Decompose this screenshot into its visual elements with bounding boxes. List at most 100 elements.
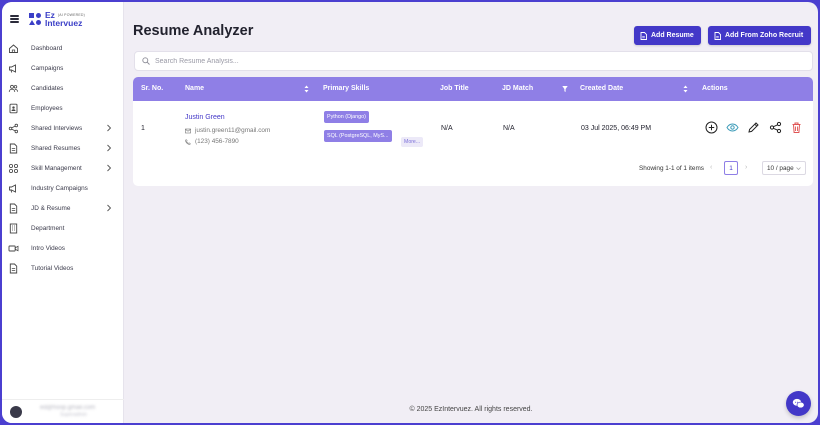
sidebar-item-campaigns[interactable]: Campaigns <box>2 58 123 78</box>
logo-text-intervuez: Intervuez <box>45 18 83 28</box>
share-icon <box>8 123 19 134</box>
sidebar-item-skill-management[interactable]: Skill Management <box>2 158 123 178</box>
sidebar-item-label: Shared Interviews <box>31 124 83 132</box>
jd-match-cell: N/A <box>503 125 515 132</box>
filter-icon[interactable] <box>562 85 568 93</box>
column-header-jd-match: JD Match <box>502 85 534 92</box>
page-size-value: 10 / page <box>767 164 794 172</box>
sidebar-nav: Dashboard Campaigns Candidates Employees Sha… <box>2 38 123 278</box>
sidebar-item-industry-campaigns[interactable]: Industry Campaigns <box>2 178 123 198</box>
column-header-name[interactable]: Name <box>185 85 204 92</box>
app-window: Ez (AI POWERED) Intervuez Dashboard Campai… <box>2 2 818 423</box>
job-title-cell: N/A <box>441 125 453 132</box>
chevron-down-icon <box>796 167 801 171</box>
sidebar-item-label: Employees <box>31 104 63 112</box>
delete-action-button[interactable] <box>790 121 803 134</box>
resume-table: Sr. No. Name Primary Skills Job Title JD… <box>133 77 813 186</box>
sidebar-item-shared-interviews[interactable]: Shared Interviews <box>2 118 123 138</box>
page-number-button[interactable]: 1 <box>724 161 738 175</box>
users-icon <box>8 83 19 94</box>
sidebar-item-label: JD & Resume <box>31 204 71 212</box>
search-input[interactable] <box>155 57 795 65</box>
document-icon <box>8 203 19 214</box>
sidebar-item-candidates[interactable]: Candidates <box>2 78 123 98</box>
sidebar-item-tutorial-videos[interactable]: Tutorial Videos <box>2 258 123 278</box>
avatar[interactable] <box>10 405 22 418</box>
add-action-button[interactable] <box>705 121 718 134</box>
id-badge-icon <box>8 103 19 114</box>
candidate-phone-text: (123) 456-7890 <box>195 138 239 145</box>
chat-icon <box>792 398 805 409</box>
next-page-icon[interactable]: › <box>745 164 747 171</box>
document-icon <box>8 143 19 154</box>
chevron-right-icon[interactable] <box>105 164 113 172</box>
add-resume-label: Add Resume <box>651 32 694 39</box>
sidebar-item-label: Intro Videos <box>31 244 65 252</box>
column-header-sr-no: Sr. No. <box>141 85 164 92</box>
grid-icon <box>8 163 19 174</box>
search-bar <box>134 51 813 71</box>
table-row: 1 Justin Green justin.green11@gmail.com … <box>133 101 813 153</box>
skill-tag: SQL (PostgreSQL, MyS... <box>324 130 392 142</box>
pagination-summary: Showing 1-1 of 1 items <box>639 165 705 172</box>
user-email: ed@hoop.gmail.com <box>40 404 96 411</box>
sidebar-item-intro-videos[interactable]: Intro Videos <box>2 238 123 258</box>
more-skills-button[interactable]: More... <box>401 137 424 147</box>
video-icon <box>8 243 19 254</box>
add-from-zoho-label: Add From Zoho Recruit <box>725 32 804 39</box>
add-resume-button[interactable]: Add Resume <box>634 26 701 45</box>
logo: Ez (AI POWERED) Intervuez <box>28 11 85 27</box>
hamburger-menu-icon[interactable] <box>10 15 19 23</box>
sidebar-item-employees[interactable]: Employees <box>2 98 123 118</box>
view-action-button[interactable] <box>726 121 739 134</box>
eye-icon <box>726 123 739 132</box>
sidebar-item-label: Department <box>31 224 65 232</box>
user-profile[interactable]: ed@hoop.gmail.com Superadmin <box>2 399 124 423</box>
share-icon <box>769 121 782 134</box>
chevron-right-icon[interactable] <box>105 144 113 152</box>
home-icon <box>8 43 19 54</box>
sort-icon[interactable] <box>683 85 688 93</box>
sidebar-item-label: Shared Resumes <box>31 144 81 152</box>
chevron-right-icon[interactable] <box>105 204 113 212</box>
page-size-select[interactable]: 10 / page <box>762 161 806 175</box>
sidebar: Ez (AI POWERED) Intervuez Dashboard Campai… <box>2 2 124 423</box>
page-title: Resume Analyzer <box>133 23 254 39</box>
sidebar-item-dashboard[interactable]: Dashboard <box>2 38 123 58</box>
column-header-created-date[interactable]: Created Date <box>580 85 623 92</box>
candidate-phone: (123) 456-7890 <box>185 138 239 145</box>
footer: © 2025 EzIntervuez. All rights reserved. <box>409 406 533 413</box>
table-header: Sr. No. Name Primary Skills Job Title JD… <box>133 77 813 101</box>
megaphone-icon <box>8 183 19 194</box>
logo-mark-icon <box>28 12 42 26</box>
trash-icon <box>792 122 801 133</box>
pencil-icon <box>748 122 759 133</box>
created-date-cell: 03 Jul 2025, 06:49 PM <box>581 125 652 132</box>
document-icon <box>8 263 19 274</box>
sidebar-item-jd-resume[interactable]: JD & Resume <box>2 198 123 218</box>
megaphone-icon <box>8 63 19 74</box>
skill-tag: Python (Django) <box>324 111 369 123</box>
sidebar-item-shared-resumes[interactable]: Shared Resumes <box>2 138 123 158</box>
chat-button[interactable] <box>786 391 811 416</box>
sidebar-topbar: Ez (AI POWERED) Intervuez <box>2 2 123 36</box>
column-header-actions: Actions <box>702 85 728 92</box>
mail-icon <box>185 128 191 133</box>
share-action-button[interactable] <box>769 121 782 134</box>
sidebar-item-label: Skill Management <box>31 164 82 172</box>
row-sr-no: 1 <box>141 125 145 132</box>
sidebar-item-label: Tutorial Videos <box>31 264 74 272</box>
candidate-name-link[interactable]: Justin Green <box>185 114 225 121</box>
sidebar-item-label: Industry Campaigns <box>31 184 88 192</box>
column-header-primary-skills: Primary Skills <box>323 85 370 92</box>
sidebar-item-department[interactable]: Department <box>2 218 123 238</box>
add-from-zoho-button[interactable]: Add From Zoho Recruit <box>708 26 811 45</box>
chevron-right-icon[interactable] <box>105 124 113 132</box>
sort-icon[interactable] <box>304 85 309 93</box>
edit-action-button[interactable] <box>747 121 760 134</box>
phone-icon <box>185 138 191 145</box>
search-icon <box>142 57 150 65</box>
sidebar-item-label: Dashboard <box>31 44 63 52</box>
candidate-email: justin.green11@gmail.com <box>185 127 270 134</box>
prev-page-icon[interactable]: ‹ <box>710 164 712 171</box>
